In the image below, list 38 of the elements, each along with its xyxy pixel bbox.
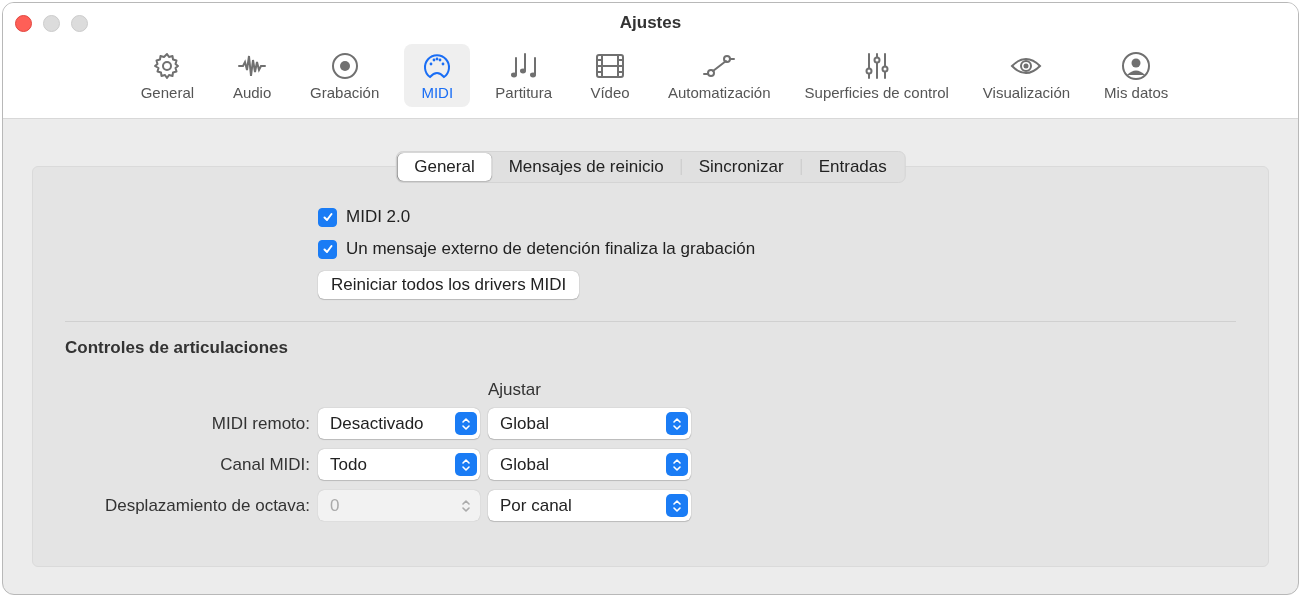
reset-drivers-button[interactable]: Reiniciar todos los drivers MIDI [318, 271, 580, 299]
toolbar-tab[interactable]: Automatización [659, 44, 780, 107]
checkbox[interactable] [318, 207, 337, 227]
chevron-up-down-icon [666, 453, 688, 476]
popup-menu[interactable]: Global [488, 449, 691, 480]
checkbox[interactable] [318, 239, 337, 259]
checkbox-label: MIDI 2.0 [346, 207, 411, 227]
field-label: Desplazamiento de octava: [103, 495, 310, 516]
chevron-up-down-icon [666, 494, 688, 517]
tab[interactable]: General [397, 153, 492, 181]
field-label: Canal MIDI: [219, 454, 310, 475]
toolbar-tab[interactable]: Visualización [973, 44, 1080, 107]
tab[interactable]: Mensajes de reinicio [491, 153, 681, 181]
popup-menu[interactable]: Global [488, 408, 691, 439]
toolbar-tab[interactable]: Audio [219, 44, 286, 107]
user-icon [1120, 50, 1153, 82]
toolbar-tab[interactable]: MIDI [404, 44, 471, 107]
toolbar-tab[interactable]: General [131, 44, 204, 107]
toolbar-tab[interactable]: Partitura [486, 44, 561, 107]
toolbar-tab[interactable]: Superficies de control [795, 44, 958, 107]
toolbar-tab[interactable]: Grabación [301, 44, 389, 107]
tab[interactable]: Sincronizar [681, 153, 801, 181]
chevron-up-down-icon [455, 412, 477, 435]
section-heading: Controles de articulaciones [65, 338, 289, 358]
window-title: Ajustes [619, 12, 682, 34]
popup-menu[interactable]: Desactivado [318, 408, 480, 439]
field-label: MIDI remoto: [210, 413, 310, 434]
checkbox-label: Un mensaje externo de detención finaliza la grabación [346, 239, 756, 259]
toolbar-tab[interactable]: Mis datos [1095, 44, 1178, 107]
chevron-up-down-icon [455, 453, 477, 476]
popup-menu[interactable]: Todo [318, 449, 480, 480]
tab[interactable]: Entradas [801, 153, 904, 181]
toolbar-tab[interactable]: Vídeo [577, 44, 643, 107]
close-button[interactable] [15, 15, 32, 32]
column-header: Ajustar [488, 380, 542, 400]
chevron-up-down-icon [666, 412, 688, 435]
checkmark-icon [321, 211, 334, 223]
checkmark-icon [321, 243, 334, 255]
